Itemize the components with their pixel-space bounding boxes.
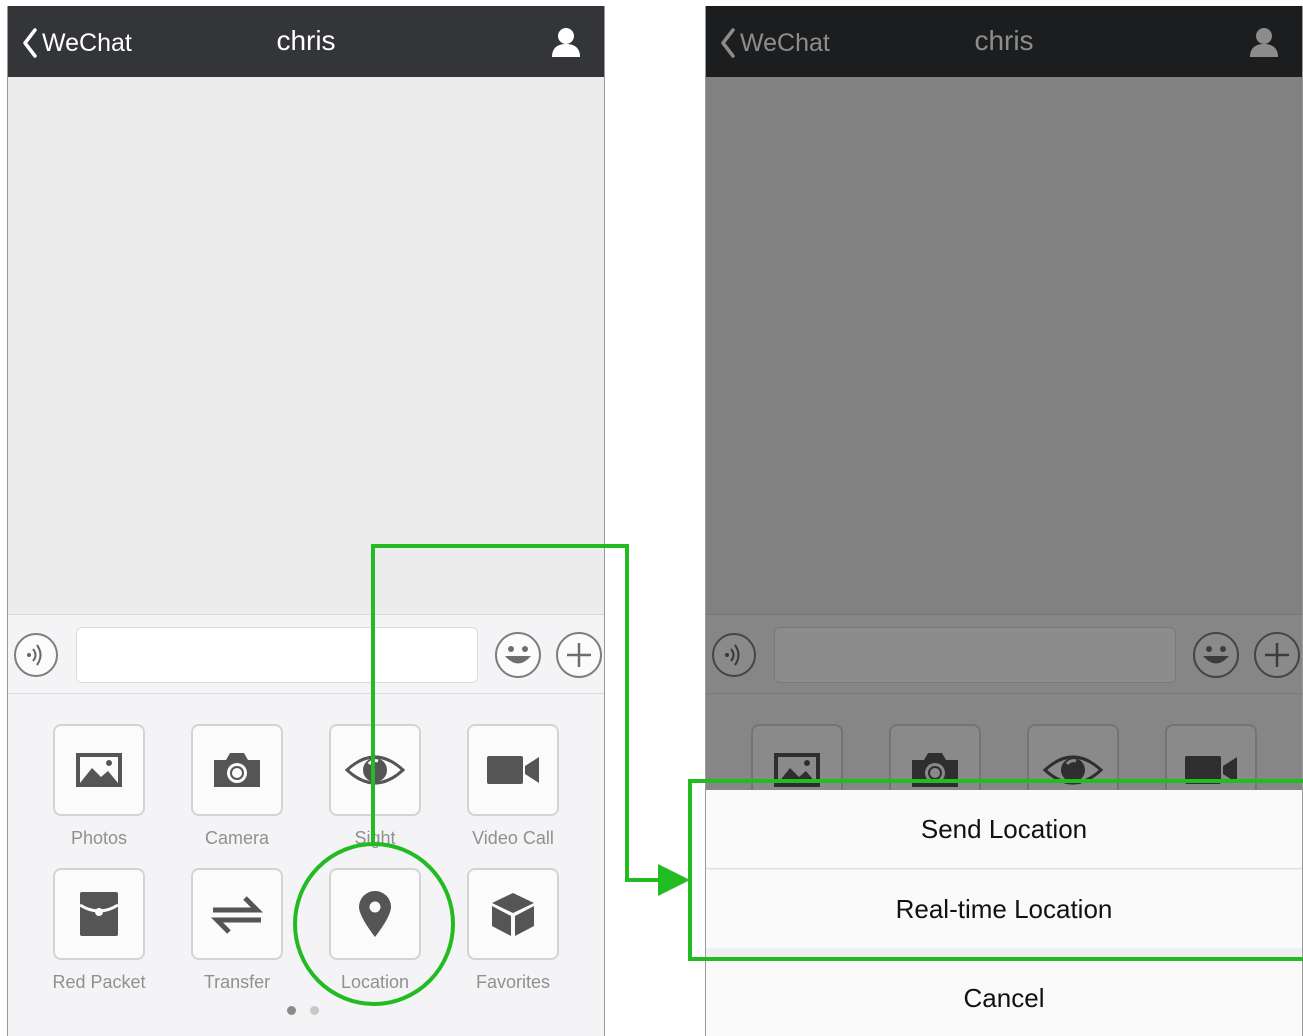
tool-label: Transfer <box>203 972 271 992</box>
cancel-option[interactable]: Cancel <box>706 960 1302 1036</box>
voice-button[interactable] <box>14 633 58 677</box>
plus-icon <box>567 643 591 667</box>
profile-button[interactable] <box>550 26 582 63</box>
page-dot[interactable] <box>310 1006 319 1015</box>
tool-label: Sight <box>354 828 396 848</box>
eye-icon <box>345 755 405 785</box>
connector-arrowhead <box>658 864 690 896</box>
tool-photos-tile[interactable] <box>53 724 145 816</box>
tool-favorites[interactable]: Favorites <box>467 868 559 992</box>
voice-icon <box>27 644 42 666</box>
tool-sight[interactable]: Sight <box>329 724 421 848</box>
tool-camera-tile[interactable] <box>191 724 283 816</box>
tool-video-call[interactable]: Video Call <box>467 724 559 848</box>
tool-red-packet[interactable]: Red Packet <box>52 868 146 992</box>
tool-transfer[interactable]: Transfer <box>191 868 283 992</box>
transfer-icon <box>211 896 263 934</box>
emoji-button[interactable] <box>494 631 542 684</box>
location-action-sheet: Send Location Real-time Location Cancel <box>706 790 1302 1036</box>
page-dot-active[interactable] <box>287 1006 296 1015</box>
photo-icon <box>76 753 122 787</box>
tool-label: Photos <box>70 828 128 848</box>
realtime-location-option[interactable]: Real-time Location <box>706 870 1302 948</box>
tool-sight-tile[interactable] <box>329 724 421 816</box>
tool-favorites-tile[interactable] <box>467 868 559 960</box>
navigation-bar: WeChat chris <box>8 6 604 77</box>
tool-label: Location <box>340 972 410 992</box>
tool-transfer-tile[interactable] <box>191 868 283 960</box>
cube-icon <box>492 893 534 936</box>
video-icon <box>487 756 539 784</box>
tool-location[interactable]: Location <box>329 868 421 992</box>
chat-screen-right: WeChat chris Send Location Real-time Loc… <box>705 6 1303 1036</box>
send-location-option[interactable]: Send Location <box>706 790 1302 869</box>
tool-label: Camera <box>204 828 270 848</box>
red-packet-icon <box>79 892 119 936</box>
message-area <box>8 77 604 614</box>
tool-camera[interactable]: Camera <box>191 724 283 848</box>
tool-location-tile[interactable] <box>329 868 421 960</box>
tool-photos[interactable]: Photos <box>53 724 145 848</box>
tool-label: Video Call <box>472 828 554 848</box>
tool-label: Favorites <box>475 972 551 992</box>
camera-icon <box>214 753 260 787</box>
more-button[interactable] <box>556 632 602 678</box>
location-pin-icon <box>359 891 391 937</box>
page-indicator[interactable] <box>287 1006 319 1015</box>
tool-video-call-tile[interactable] <box>467 724 559 816</box>
chat-title: chris <box>276 25 336 56</box>
input-bar <box>8 614 604 694</box>
tool-red-packet-tile[interactable] <box>53 868 145 960</box>
message-input[interactable] <box>76 627 478 683</box>
tool-label: Red Packet <box>52 972 146 992</box>
smiley-icon <box>495 632 541 678</box>
tools-panel: Photos Camera Sight Video Call Red Packe… <box>8 694 604 1036</box>
person-icon <box>552 28 580 57</box>
chat-screen-left: WeChat chris Photos Camera Sight Video C… <box>7 6 605 1036</box>
